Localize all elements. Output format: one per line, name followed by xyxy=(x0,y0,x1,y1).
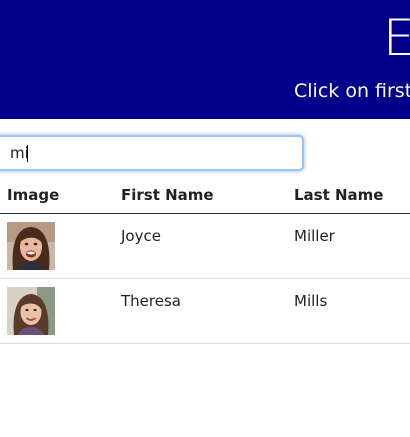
last-name-cell: Mills xyxy=(294,292,328,310)
search-input[interactable] xyxy=(10,137,290,169)
text-caret xyxy=(27,145,28,162)
first-name-cell: Theresa xyxy=(121,292,181,310)
column-header-first-name[interactable]: First Name xyxy=(121,185,214,205)
page-header: E Click on first o xyxy=(0,0,410,119)
avatar xyxy=(7,222,55,270)
column-header-image[interactable]: Image xyxy=(7,185,59,205)
first-name-cell: Joyce xyxy=(121,227,161,245)
avatar xyxy=(7,287,55,335)
table-header-divider xyxy=(0,213,410,214)
row-divider xyxy=(0,343,410,344)
last-name-cell: Miller xyxy=(294,227,335,245)
page-title: E xyxy=(383,9,410,67)
column-header-last-name[interactable]: Last Name xyxy=(294,185,383,205)
page-subtitle: Click on first o xyxy=(294,80,410,102)
row-divider xyxy=(0,278,410,279)
search-box[interactable] xyxy=(0,135,304,171)
